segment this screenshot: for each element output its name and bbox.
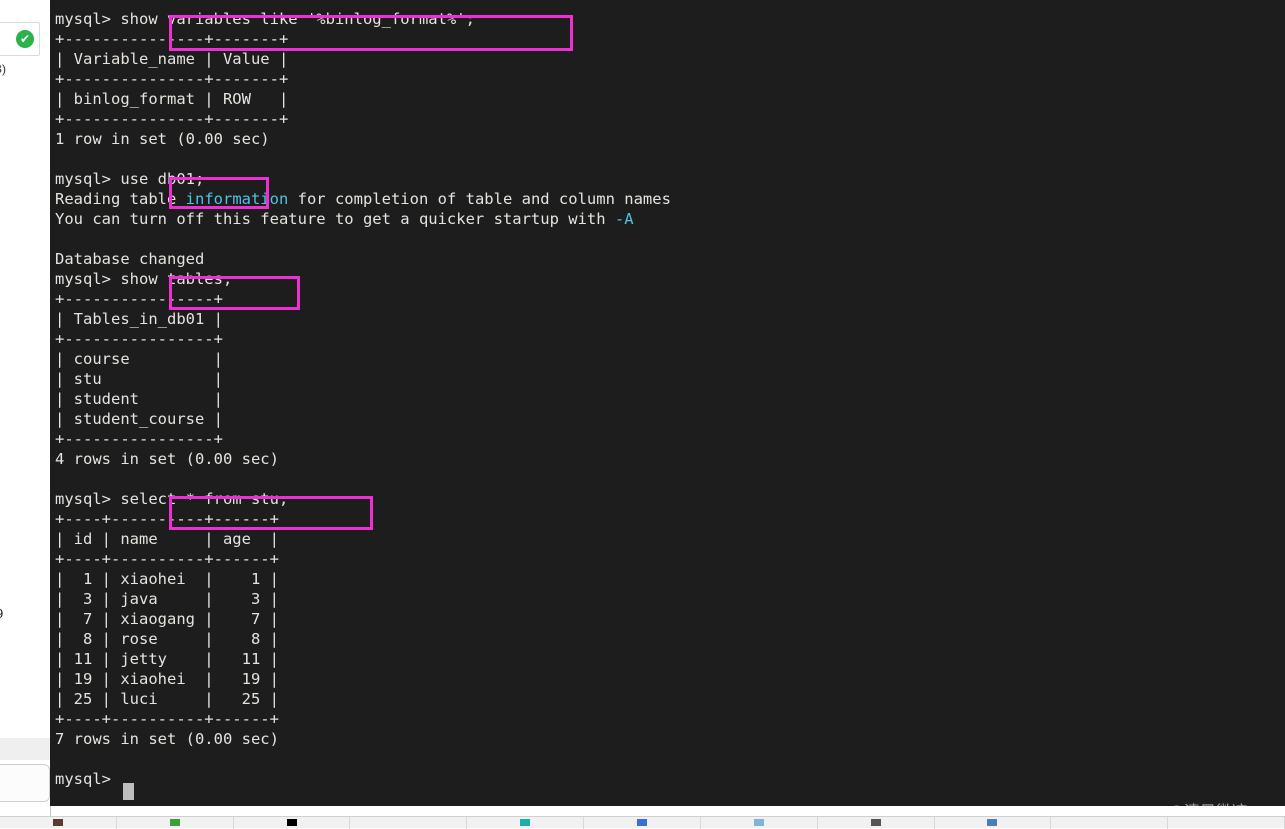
taskbar-item-editor[interactable] xyxy=(117,816,234,829)
taskbar-item-doc-icon xyxy=(870,819,881,826)
highlight-box-command-4 xyxy=(169,496,373,530)
taskbar-item-doc[interactable] xyxy=(818,816,935,829)
check-circle-icon: ✔ xyxy=(16,30,34,48)
taskbar-item-misc[interactable] xyxy=(1051,816,1169,829)
highlight-box-command-2 xyxy=(169,177,269,209)
host-app-sidebar: ✔ (KB) 9 xyxy=(0,0,51,828)
watermark-text: CSDN @清风微凉 aaa xyxy=(1118,798,1279,806)
taskbar-item-extra-icon xyxy=(1221,819,1232,826)
taskbar[interactable] xyxy=(0,816,1285,829)
taskbar-item-browser[interactable] xyxy=(0,816,117,829)
taskbar-item-notes-icon xyxy=(520,819,531,826)
terminal-window[interactable]: mysql> show variables like '%binlog_form… xyxy=(50,0,1285,806)
upload-size-label: (KB) xyxy=(0,62,6,76)
taskbar-item-editor-icon xyxy=(169,819,180,826)
taskbar-item-files-icon xyxy=(403,819,414,826)
upload-status-card: ✔ xyxy=(0,22,40,56)
taskbar-item-mail-icon xyxy=(987,819,998,826)
highlight-box-command-3 xyxy=(169,276,300,310)
terminal-output: mysql> show variables like '%binlog_form… xyxy=(55,10,671,788)
taskbar-item-image-icon xyxy=(753,819,764,826)
count-label: 9 xyxy=(0,606,3,621)
taskbar-item-mail[interactable] xyxy=(935,816,1052,829)
taskbar-item-calc-icon xyxy=(636,819,647,826)
taskbar-item-browser-icon xyxy=(52,819,63,826)
sidebar-divider-bar xyxy=(0,738,50,760)
taskbar-item-image[interactable] xyxy=(701,816,818,829)
taskbar-item-terminal[interactable] xyxy=(234,816,351,829)
highlight-box-command-1 xyxy=(169,15,573,51)
taskbar-item-calc[interactable] xyxy=(584,816,701,829)
message-input-panel[interactable] xyxy=(0,764,50,802)
taskbar-item-terminal-icon xyxy=(286,819,297,826)
taskbar-item-extra[interactable] xyxy=(1168,816,1285,829)
taskbar-item-files[interactable] xyxy=(350,816,468,829)
taskbar-item-misc-icon xyxy=(1104,819,1115,826)
terminal-cursor xyxy=(123,783,134,800)
taskbar-item-notes[interactable] xyxy=(467,816,585,829)
